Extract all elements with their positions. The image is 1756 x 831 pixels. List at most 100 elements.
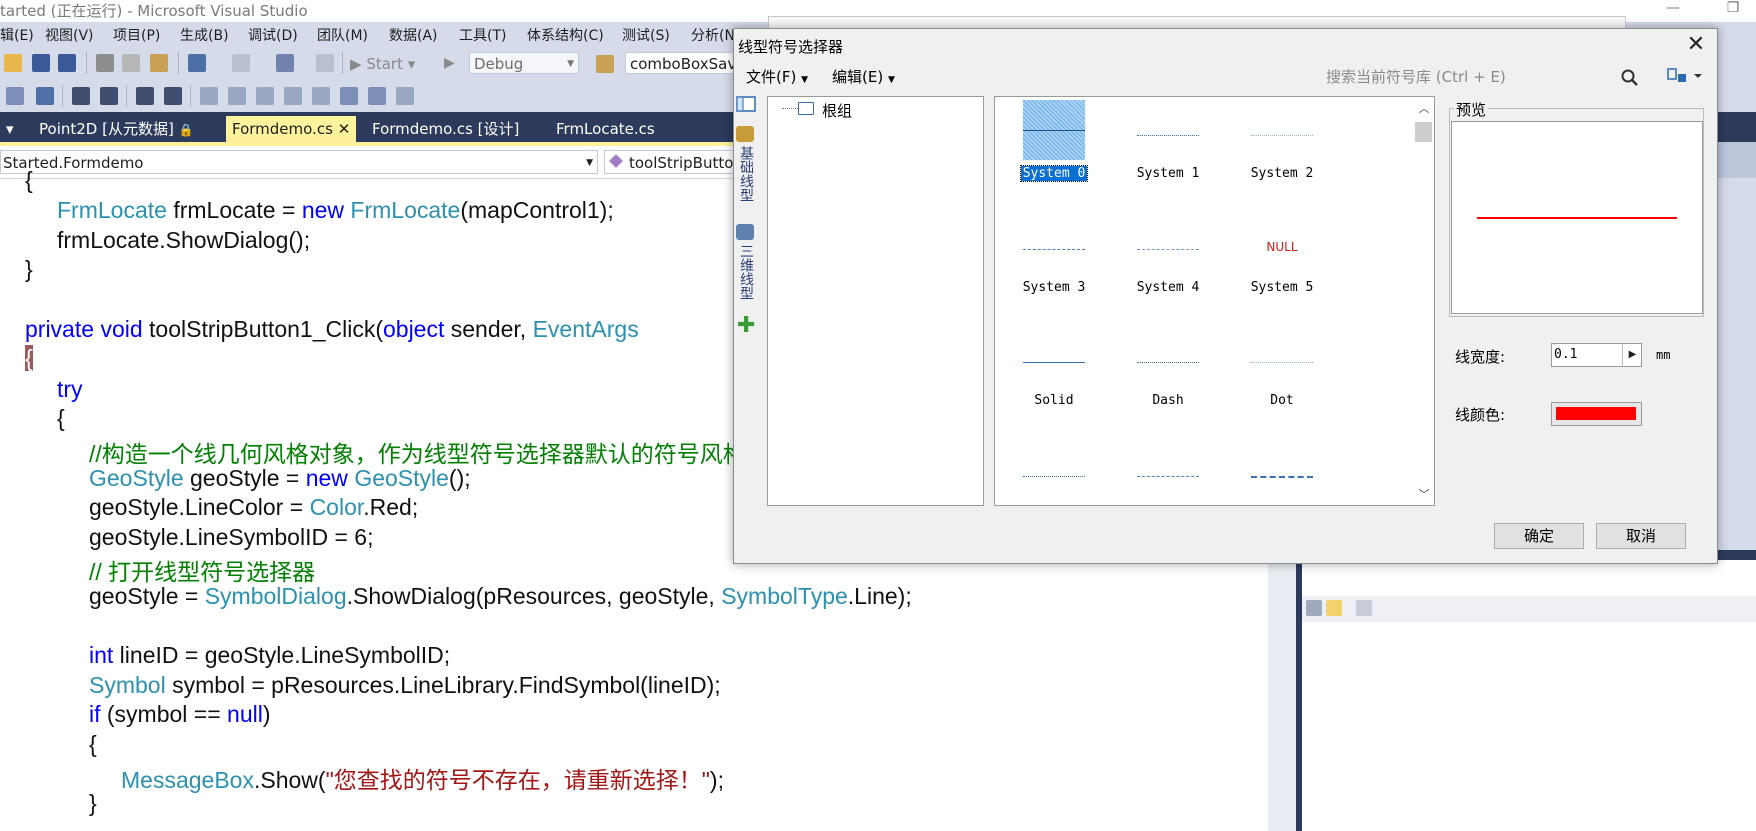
tab-label: Formdemo.cs: [232, 120, 333, 138]
find-icon[interactable]: [596, 55, 614, 73]
chevron-down-icon: ▼: [801, 75, 809, 85]
comment-icon[interactable]: [136, 87, 154, 105]
menu-analyze[interactable]: 分析(N: [691, 25, 735, 45]
quick-info-icon[interactable]: [6, 87, 24, 105]
next-bookmark-doc-icon[interactable]: [368, 87, 386, 105]
sidebar-3d-line[interactable]: 三维线型: [736, 244, 756, 300]
3d-line-lib-icon: [736, 224, 754, 240]
symbol-item[interactable]: Solid: [1000, 327, 1100, 427]
symbol-item[interactable]: System 1: [1114, 100, 1214, 200]
group-view-icon[interactable]: [736, 96, 756, 112]
menu-edit[interactable]: 辑(E): [0, 25, 34, 45]
pin-icon[interactable]: [316, 54, 334, 72]
menu-tools[interactable]: 工具(T): [459, 25, 506, 45]
prev-bookmark-folder-icon[interactable]: [284, 87, 302, 105]
symbol-label: Dot: [1270, 393, 1294, 408]
scroll-down-icon[interactable]: ﹀: [1414, 486, 1434, 502]
add-icon[interactable]: ✚: [737, 315, 755, 337]
start-button[interactable]: ▶ Start ▾: [350, 55, 415, 73]
bookmark-icon[interactable]: [200, 87, 218, 105]
menu-view[interactable]: 视图(V): [45, 25, 94, 45]
cut-icon[interactable]: [96, 54, 114, 72]
menu-test[interactable]: 测试(S): [622, 25, 670, 45]
tab-point2d[interactable]: Point2D [从元数据] 🔒: [33, 116, 200, 142]
uncomment-icon[interactable]: [164, 87, 182, 105]
symbol-item[interactable]: Dash: [1114, 327, 1214, 427]
alphabetical-icon[interactable]: [1326, 600, 1342, 616]
window-title: tarted (正在运行) - Microsoft Visual Studio: [0, 2, 308, 20]
line-color-label: 线颜色:: [1455, 406, 1506, 424]
copy-icon[interactable]: [122, 54, 140, 72]
undo-icon[interactable]: [188, 54, 206, 72]
symbol-item[interactable]: [1000, 441, 1100, 511]
open-folder-icon[interactable]: [4, 54, 22, 72]
menu-debug[interactable]: 调试(D): [248, 25, 298, 45]
categorized-icon[interactable]: [1306, 600, 1322, 616]
ok-button[interactable]: 确定: [1494, 523, 1584, 549]
symbol-line-preview: [1251, 135, 1313, 136]
menu-project[interactable]: 项目(P): [113, 25, 160, 45]
symbol-item[interactable]: System 3: [1000, 214, 1100, 314]
class-dropdown[interactable]: Started.Formdemo ▼: [0, 150, 598, 174]
param-info-icon[interactable]: [36, 87, 54, 105]
menu-architecture[interactable]: 体系结构(C): [527, 25, 604, 45]
scroll-thumb[interactable]: [1415, 122, 1432, 142]
menu-file[interactable]: 文件(F) ▼: [746, 66, 808, 87]
next-bookmark-icon[interactable]: [256, 87, 274, 105]
search-icon[interactable]: [1620, 68, 1640, 88]
tab-formdemo-design[interactable]: Formdemo.cs [设计]: [366, 116, 525, 142]
symbol-item[interactable]: System 2: [1228, 100, 1328, 200]
symbol-item[interactable]: Dot: [1228, 327, 1328, 427]
save-icon[interactable]: [32, 54, 50, 72]
close-tab-icon[interactable]: ✕: [338, 120, 351, 138]
menu-data[interactable]: 数据(A): [389, 25, 438, 45]
view-mode-icon[interactable]: [1666, 66, 1706, 86]
code-line: // 打开线型符号选择器: [89, 559, 316, 585]
symbol-line-preview: [1137, 249, 1199, 250]
outdent-icon[interactable]: [72, 87, 90, 105]
symbol-line-preview: [1023, 476, 1085, 477]
symbol-label: Dash: [1152, 393, 1184, 408]
tab-formdemo-cs[interactable]: Formdemo.cs ✕: [226, 116, 357, 142]
menu-team[interactable]: 团队(M): [317, 25, 368, 45]
symbol-grid-scrollbar[interactable]: [1414, 97, 1434, 505]
width-stepper-arrow[interactable]: ▶: [1622, 344, 1642, 366]
prev-bookmark-icon[interactable]: [228, 87, 246, 105]
clear-bookmarks-icon[interactable]: [396, 87, 414, 105]
code-line: geoStyle = SymbolDialog.ShowDialog(pReso…: [89, 583, 912, 609]
paste-icon[interactable]: [150, 54, 168, 72]
menu-edit[interactable]: 编辑(E) ▼: [832, 66, 895, 87]
scroll-up-icon[interactable]: ︿: [1414, 100, 1434, 116]
property-pages-icon[interactable]: [1356, 600, 1372, 616]
cancel-button[interactable]: 取消: [1596, 523, 1686, 549]
symbol-item[interactable]: [1114, 441, 1214, 511]
indent-icon[interactable]: [100, 87, 118, 105]
symbol-item[interactable]: [1228, 441, 1328, 511]
tab-frmlocate[interactable]: FrmLocate.cs: [550, 116, 661, 142]
code-line: geoStyle.LineColor = Color.Red;: [89, 494, 419, 520]
symbol-item[interactable]: System 0: [1000, 100, 1100, 200]
code-line: {: [89, 731, 97, 757]
close-icon[interactable]: ✕: [1684, 34, 1708, 58]
redo-icon[interactable]: [232, 54, 250, 72]
basic-line-lib-icon: [736, 126, 754, 142]
solution-config-combo[interactable]: Debug ▼: [469, 52, 579, 74]
tab-overflow-icon[interactable]: ▾: [0, 116, 20, 142]
menu-build[interactable]: 生成(B): [180, 25, 229, 45]
symbol-label: System 0: [1019, 165, 1089, 182]
restore-icon[interactable]: ❐: [1718, 0, 1748, 18]
symbol-search-input[interactable]: 搜索当前符号库 (Ctrl + E): [1320, 64, 1630, 90]
play-icon[interactable]: ▶: [444, 55, 455, 71]
next-bookmark-folder-icon[interactable]: [312, 87, 330, 105]
symbol-group-tree[interactable]: [767, 96, 984, 506]
navigate-icon[interactable]: [276, 54, 294, 72]
code-line: {: [25, 345, 33, 371]
symbol-item[interactable]: NULL System 5: [1228, 214, 1328, 314]
save-all-icon[interactable]: [58, 54, 76, 72]
sidebar-basic-line[interactable]: 基础线型: [736, 146, 756, 202]
symbol-label: Solid: [1034, 393, 1074, 408]
prev-bookmark-doc-icon[interactable]: [340, 87, 358, 105]
symbol-item[interactable]: System 4: [1114, 214, 1214, 314]
tree-node-root[interactable]: 根组: [822, 100, 852, 121]
minimize-icon[interactable]: —: [1658, 0, 1688, 18]
